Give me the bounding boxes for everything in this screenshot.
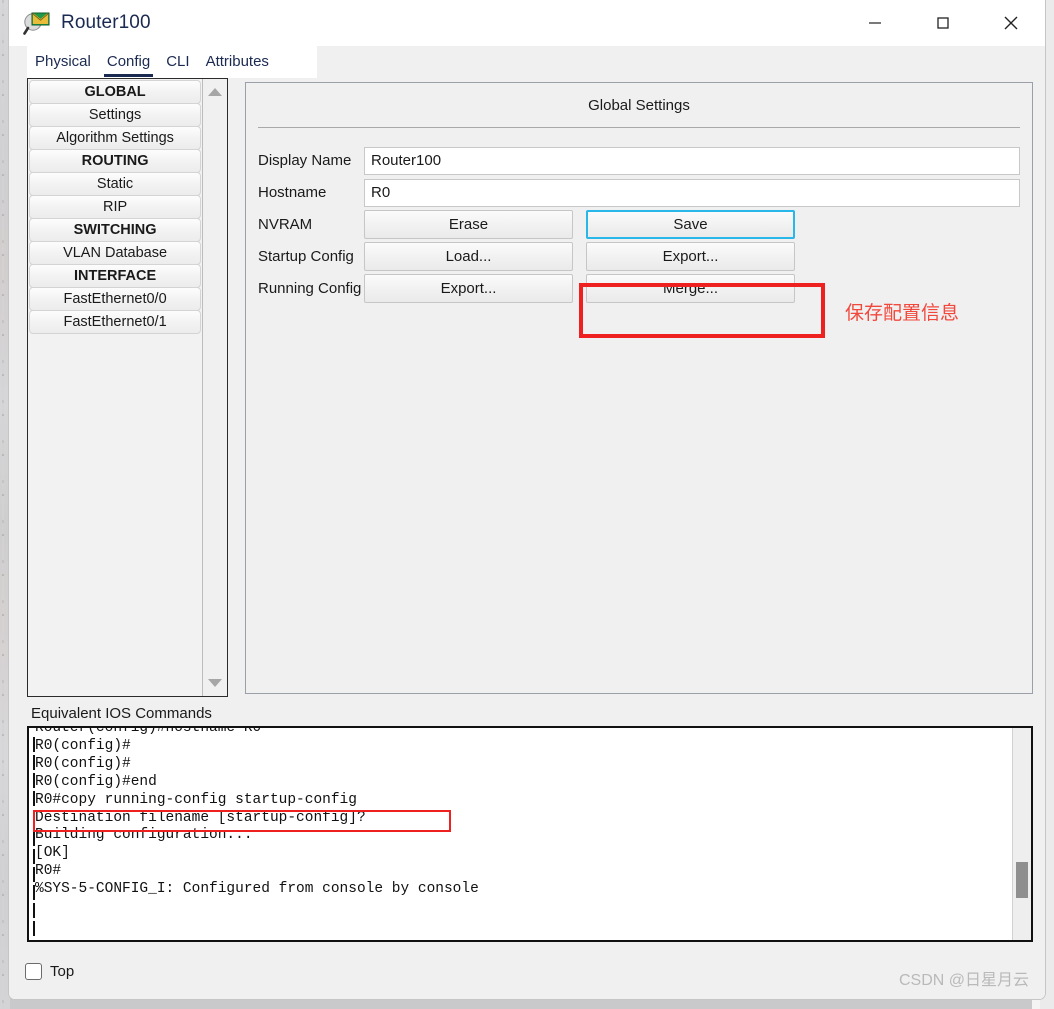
line-caret — [33, 737, 35, 752]
line-caret — [33, 813, 35, 828]
ios-scrollbar-thumb[interactable] — [1016, 862, 1028, 898]
line-caret — [33, 831, 35, 846]
running-config-export-button[interactable]: Export... — [364, 274, 573, 303]
display-name-row: Display Name — [254, 146, 1032, 175]
equivalent-ios-commands-label: Equivalent IOS Commands — [31, 705, 212, 722]
tab-attributes[interactable]: Attributes — [198, 47, 277, 78]
sidebar-item-rip[interactable]: RIP — [29, 195, 202, 219]
maximize-button[interactable] — [909, 0, 977, 46]
ios-output-text: Router(config)#hostname R0 R0(config)# R… — [35, 728, 479, 898]
maximize-icon — [937, 17, 949, 29]
scroll-down-button[interactable] — [203, 672, 227, 694]
config-content-area: GLOBAL Settings Algorithm Settings ROUTI… — [9, 78, 1045, 999]
sidebar-item-static[interactable]: Static — [29, 172, 202, 196]
startup-config-label: Startup Config — [258, 248, 354, 265]
line-caret — [33, 791, 35, 806]
hostname-row: Hostname — [254, 178, 1032, 207]
tab-physical[interactable]: Physical — [27, 47, 99, 78]
nvram-save-button[interactable]: Save — [586, 210, 795, 239]
top-checkbox[interactable] — [25, 963, 42, 980]
line-caret — [33, 921, 35, 936]
tab-config[interactable]: Config — [99, 47, 158, 78]
running-config-merge-button[interactable]: Merge... — [586, 274, 795, 303]
startup-config-load-button[interactable]: Load... — [364, 242, 573, 271]
top-checkbox-label: Top — [50, 963, 75, 980]
config-category-list: GLOBAL Settings Algorithm Settings ROUTI… — [28, 79, 202, 696]
triangle-down-icon — [208, 679, 223, 687]
close-icon — [1004, 16, 1018, 30]
sidebar-item-switching[interactable]: SWITCHING — [29, 218, 202, 242]
packet-tracer-device-icon — [23, 9, 51, 37]
sidebar-scrollbar[interactable] — [202, 79, 227, 696]
hostname-input[interactable] — [364, 178, 1020, 207]
sidebar-item-fastethernet0-1[interactable]: FastEthernet0/1 — [29, 310, 202, 334]
watermark: CSDN @日星月云 — [898, 972, 1029, 989]
sidebar-item-interface[interactable]: INTERFACE — [29, 264, 202, 288]
window-title: Router100 — [61, 12, 151, 33]
ios-output-scrollbar[interactable] — [1012, 728, 1031, 940]
running-config-label: Running Config — [258, 280, 362, 297]
nvram-erase-button[interactable]: Erase — [364, 210, 573, 239]
line-caret — [33, 885, 35, 900]
top-checkbox-row[interactable]: Top — [25, 963, 74, 980]
sidebar-item-routing[interactable]: ROUTING — [29, 149, 202, 173]
startup-config-row: Startup Config Load... Export... — [254, 242, 1032, 271]
startup-config-export-button[interactable]: Export... — [586, 242, 795, 271]
window-footer: Top CSDN @日星月云 — [9, 949, 1045, 999]
title-bar: Router100 — [9, 0, 1045, 46]
global-settings-panel: Global Settings Display Name Hostname NV… — [245, 82, 1033, 694]
sidebar-item-algorithm-settings[interactable]: Algorithm Settings — [29, 126, 202, 150]
nvram-row: NVRAM Erase Save — [254, 210, 1032, 239]
ios-output-viewport: Router(config)#hostname R0 R0(config)# R… — [29, 728, 1013, 940]
close-button[interactable] — [977, 0, 1045, 46]
panel-title: Global Settings — [588, 97, 690, 114]
line-caret — [33, 867, 35, 882]
sidebar-item-vlan-database[interactable]: VLAN Database — [29, 241, 202, 265]
global-settings-form: Display Name Hostname NVRAM Erase Save S… — [254, 146, 1032, 303]
sidebar-item-settings[interactable]: Settings — [29, 103, 202, 127]
config-category-sidebar: GLOBAL Settings Algorithm Settings ROUTI… — [27, 78, 228, 697]
minimize-button[interactable] — [841, 0, 909, 46]
window-controls — [841, 0, 1045, 46]
display-name-label: Display Name — [258, 152, 352, 169]
tab-strip: Physical Config CLI Attributes — [9, 46, 1045, 78]
sidebar-item-fastethernet0-0[interactable]: FastEthernet0/0 — [29, 287, 202, 311]
line-caret — [33, 755, 35, 770]
display-name-input[interactable] — [364, 146, 1020, 175]
hostname-label: Hostname — [258, 184, 327, 201]
save-annotation-label: 保存配置信息 — [845, 303, 960, 324]
triangle-up-icon — [208, 88, 223, 96]
line-caret — [33, 773, 35, 788]
line-caret — [33, 903, 35, 918]
sidebar-item-global[interactable]: GLOBAL — [29, 80, 202, 104]
equivalent-ios-commands-box[interactable]: Router(config)#hostname R0 R0(config)# R… — [27, 726, 1033, 942]
minimize-icon — [869, 22, 881, 24]
tab-cli[interactable]: CLI — [158, 47, 197, 78]
panel-divider — [258, 127, 1020, 128]
scroll-up-button[interactable] — [203, 81, 227, 103]
line-caret — [33, 849, 35, 864]
nvram-label: NVRAM — [258, 216, 313, 233]
device-config-window: Router100 Physical Config CLI Attributes… — [8, 0, 1046, 1000]
